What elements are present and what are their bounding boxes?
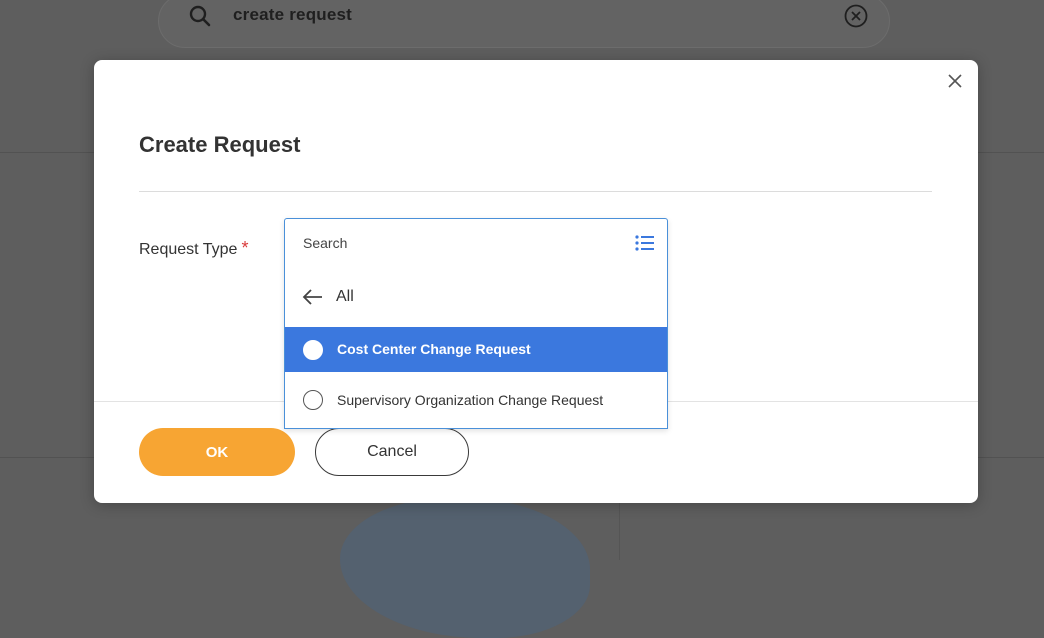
list-icon[interactable]: [634, 233, 656, 253]
clear-search-icon[interactable]: [843, 3, 869, 29]
ok-button[interactable]: OK: [139, 428, 295, 476]
arrow-left-icon: [285, 288, 324, 306]
background-illustration: [340, 498, 590, 638]
back-label: All: [336, 288, 354, 305]
background-divider: [978, 152, 1044, 153]
back-to-all-button[interactable]: All: [285, 275, 667, 319]
global-search-bar[interactable]: create request: [158, 0, 890, 48]
background-divider: [978, 457, 1044, 458]
background-divider: [0, 457, 94, 458]
close-button[interactable]: [944, 72, 966, 94]
radio-unselected[interactable]: [303, 390, 323, 410]
radio-selected[interactable]: [303, 339, 323, 360]
request-type-dropdown: All Cost Center Change Request Superviso…: [284, 218, 668, 429]
dialog-title: Create Request: [139, 132, 301, 157]
cancel-button[interactable]: Cancel: [315, 428, 469, 476]
option-label: Cost Center Change Request: [337, 341, 531, 357]
request-type-label-text: Request Type: [139, 241, 238, 258]
option-cost-center-change-request[interactable]: Cost Center Change Request: [285, 327, 667, 372]
option-label: Supervisory Organization Change Request: [337, 391, 604, 408]
required-indicator: *: [241, 238, 249, 258]
close-icon: [948, 73, 962, 93]
request-type-search-input[interactable]: [303, 231, 603, 255]
title-divider: [139, 191, 932, 192]
search-icon: [189, 5, 211, 27]
request-type-label: Request Type *: [139, 238, 248, 259]
global-search-text: create request: [233, 5, 353, 24]
dropdown-search-row: [285, 219, 667, 269]
option-supervisory-organization-change-request[interactable]: Supervisory Organization Change Request: [285, 372, 667, 428]
background-divider: [0, 152, 94, 153]
background-divider: [619, 500, 620, 560]
